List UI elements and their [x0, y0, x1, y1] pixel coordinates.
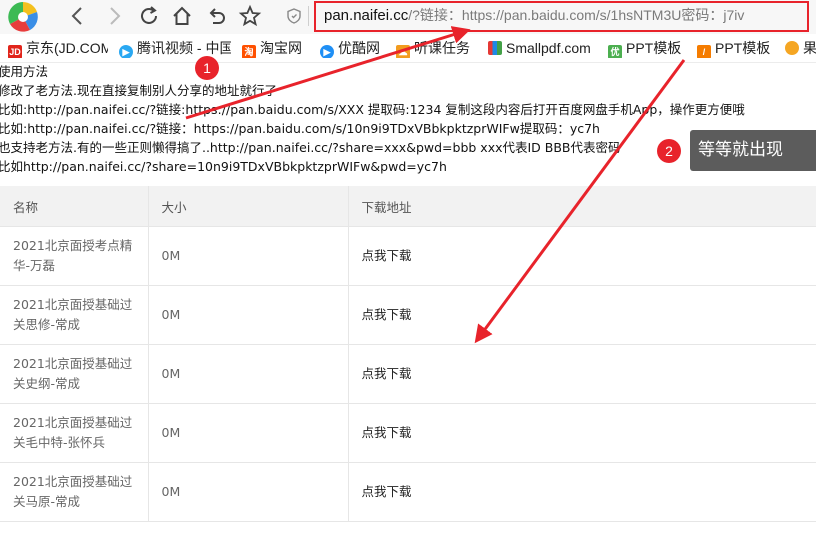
table-row: 2021北京面授基础过关史纲-常成 0M 点我下载: [0, 344, 816, 404]
header-name: 名称: [0, 186, 149, 227]
file-name: 2021北京面授基础过关思修-常成: [0, 285, 149, 345]
instruction-title: 使用方法: [0, 64, 49, 79]
files-table: 名称 大小 下载地址 2021北京面授考点精华-万磊 0M 点我下载 2021北…: [0, 186, 816, 522]
header-size: 大小: [148, 186, 349, 227]
file-size: 0M: [148, 403, 349, 463]
course-icon: ☁: [396, 45, 410, 58]
bookmark-youku[interactable]: ▶ 优酷网: [320, 38, 390, 58]
download-link[interactable]: 点我下载: [348, 462, 816, 522]
reload-icon[interactable]: [137, 4, 161, 28]
tencent-video-icon: ▶: [119, 45, 133, 58]
download-link[interactable]: 点我下载: [348, 344, 816, 404]
bookmark-ppt-template-1[interactable]: 优 PPT模板: [608, 38, 688, 58]
favorite-star-icon[interactable]: [238, 4, 262, 28]
header-download: 下载地址: [348, 186, 816, 227]
browser-toolbar: pan.naifei.cc/?链接：https://pan.baidu.com/…: [0, 0, 816, 34]
file-name: 2021北京面授基础过关马原-常成: [0, 462, 149, 522]
browser-logo-icon[interactable]: [4, 0, 42, 34]
hint-tooltip: 等等就出现: [690, 130, 816, 171]
address-separator: [308, 6, 309, 26]
table-row: 2021北京面授基础过关思修-常成 0M 点我下载: [0, 285, 816, 345]
youku-icon: ▶: [320, 45, 334, 58]
taobao-icon: 淘: [242, 45, 256, 58]
step-badge-2: 2: [657, 139, 681, 163]
file-name: 2021北京面授基础过关史纲-常成: [0, 344, 149, 404]
file-size: 0M: [148, 344, 349, 404]
bookmark-jd[interactable]: JD 京东(JD.COM): [8, 38, 108, 58]
file-size: 0M: [148, 285, 349, 345]
file-size: 0M: [148, 226, 349, 286]
step-badge-1: 1: [195, 56, 219, 80]
bookmark-smallpdf[interactable]: Smallpdf.com: [488, 38, 600, 58]
bookmark-fruit[interactable]: 果: [785, 38, 816, 58]
smallpdf-icon: [488, 41, 502, 55]
bookmark-course-task[interactable]: ☁ 听课任务: [396, 38, 480, 58]
bookmark-tencent-video[interactable]: ▶腾讯视频 - 中国领先: [119, 38, 231, 58]
table-row: 2021北京面授基础过关毛中特-张怀兵 0M 点我下载: [0, 403, 816, 463]
instruction-line: 比如:http://pan.naifei.cc/?链接:https://pan.…: [0, 102, 745, 117]
file-size: 0M: [148, 462, 349, 522]
bookmark-taobao[interactable]: 淘淘宝网: [242, 38, 312, 58]
back-icon[interactable]: [66, 4, 90, 28]
table-row: 2021北京面授基础过关马原-常成 0M 点我下载: [0, 462, 816, 522]
fruit-icon: [785, 41, 799, 55]
forward-icon[interactable]: [102, 4, 126, 28]
download-link[interactable]: 点我下载: [348, 403, 816, 463]
download-link[interactable]: 点我下载: [348, 285, 816, 345]
jd-icon: JD: [8, 45, 22, 58]
ppt-template-icon: /: [697, 45, 711, 58]
download-link[interactable]: 点我下载: [348, 226, 816, 286]
undo-icon[interactable]: [204, 4, 228, 28]
bookmarks-bar: JD京东(JD.COM) ▶腾讯视频 - 中国领先 淘淘宝网 ▶优酷网 ☁听课任…: [0, 34, 816, 63]
file-name: 2021北京面授考点精华-万磊: [0, 226, 149, 286]
security-shield-icon[interactable]: [286, 8, 302, 24]
table-row: 2021北京面授考点精华-万磊 0M 点我下载: [0, 226, 816, 286]
address-highlight-box: [314, 1, 809, 32]
table-header-row: 名称 大小 下载地址: [0, 186, 816, 227]
instruction-line: 修改了老方法.现在直接复制别人分享的地址就行了: [0, 83, 277, 98]
file-name: 2021北京面授基础过关毛中特-张怀兵: [0, 403, 149, 463]
home-icon[interactable]: [170, 4, 194, 28]
bookmark-ppt-template-2[interactable]: / PPT模板: [697, 38, 777, 58]
youppt-icon: 优: [608, 45, 622, 58]
